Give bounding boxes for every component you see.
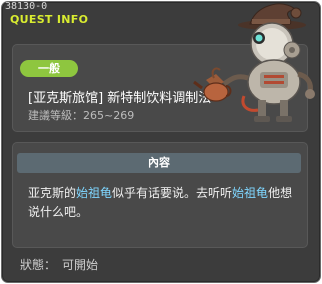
quest-title: [亚克斯旅馆] 新特制饮料调制法 [28, 91, 212, 106]
status-value: 可開始 [62, 258, 99, 272]
npc-name-link[interactable]: 始祖龟 [232, 186, 268, 200]
quest-type-badge: 一般 [20, 60, 78, 77]
quest-id: 38130-0 [5, 1, 48, 12]
content-header: 內容 [17, 153, 301, 173]
npc-name-link[interactable]: 始祖龟 [76, 186, 112, 200]
section-label: QUEST INFO [10, 13, 89, 26]
description-text: 亚克斯的 [28, 186, 77, 200]
required-level: 建議等級：265~269 [28, 109, 135, 122]
quest-description: 亚克斯的始祖龟似乎有话要说。去听听始祖龟他想说什么吧。 [28, 184, 298, 222]
npc-robot-icon [193, 3, 315, 122]
description-text: 似乎有话要说。去听听 [112, 186, 233, 200]
quest-status: 狀態： 可開始 [20, 256, 104, 273]
status-label: 狀態： [20, 258, 57, 272]
